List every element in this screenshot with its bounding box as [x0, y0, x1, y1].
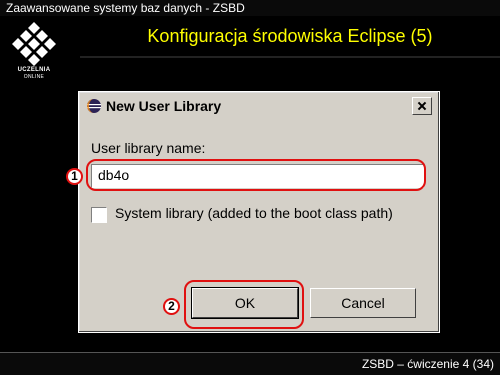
step1-highlight	[86, 159, 426, 191]
course-title: Zaawansowane systemy baz danych - ZSBD	[0, 0, 500, 16]
logo-caption: UCZELNIA ONLINE	[6, 67, 62, 81]
footer-text: ZSBD – ćwiczenie 4 (34)	[361, 357, 494, 371]
title-divider	[80, 56, 500, 58]
dialog-titlebar[interactable]: New User Library	[82, 95, 436, 117]
system-library-checkbox[interactable]	[91, 207, 107, 223]
library-name-label: User library name:	[91, 140, 206, 156]
step1-badge: 1	[66, 168, 83, 185]
dialog-title: New User Library	[106, 98, 222, 114]
logo-caption-sub: ONLINE	[23, 74, 45, 80]
cancel-button[interactable]: Cancel	[310, 288, 416, 318]
close-icon[interactable]	[412, 97, 432, 115]
logo-caption-main: UCZELNIA	[17, 67, 51, 73]
step2-highlight	[184, 280, 304, 329]
system-library-label[interactable]: System library (added to the boot class …	[115, 205, 393, 221]
step2-badge: 2	[163, 298, 180, 315]
footer: ZSBD – ćwiczenie 4 (34)	[0, 352, 500, 375]
slide: Zaawansowane systemy baz danych - ZSBD U…	[0, 0, 500, 375]
eclipse-icon	[87, 99, 101, 113]
slide-title: Konfiguracja środowiska Eclipse (5)	[80, 16, 500, 56]
